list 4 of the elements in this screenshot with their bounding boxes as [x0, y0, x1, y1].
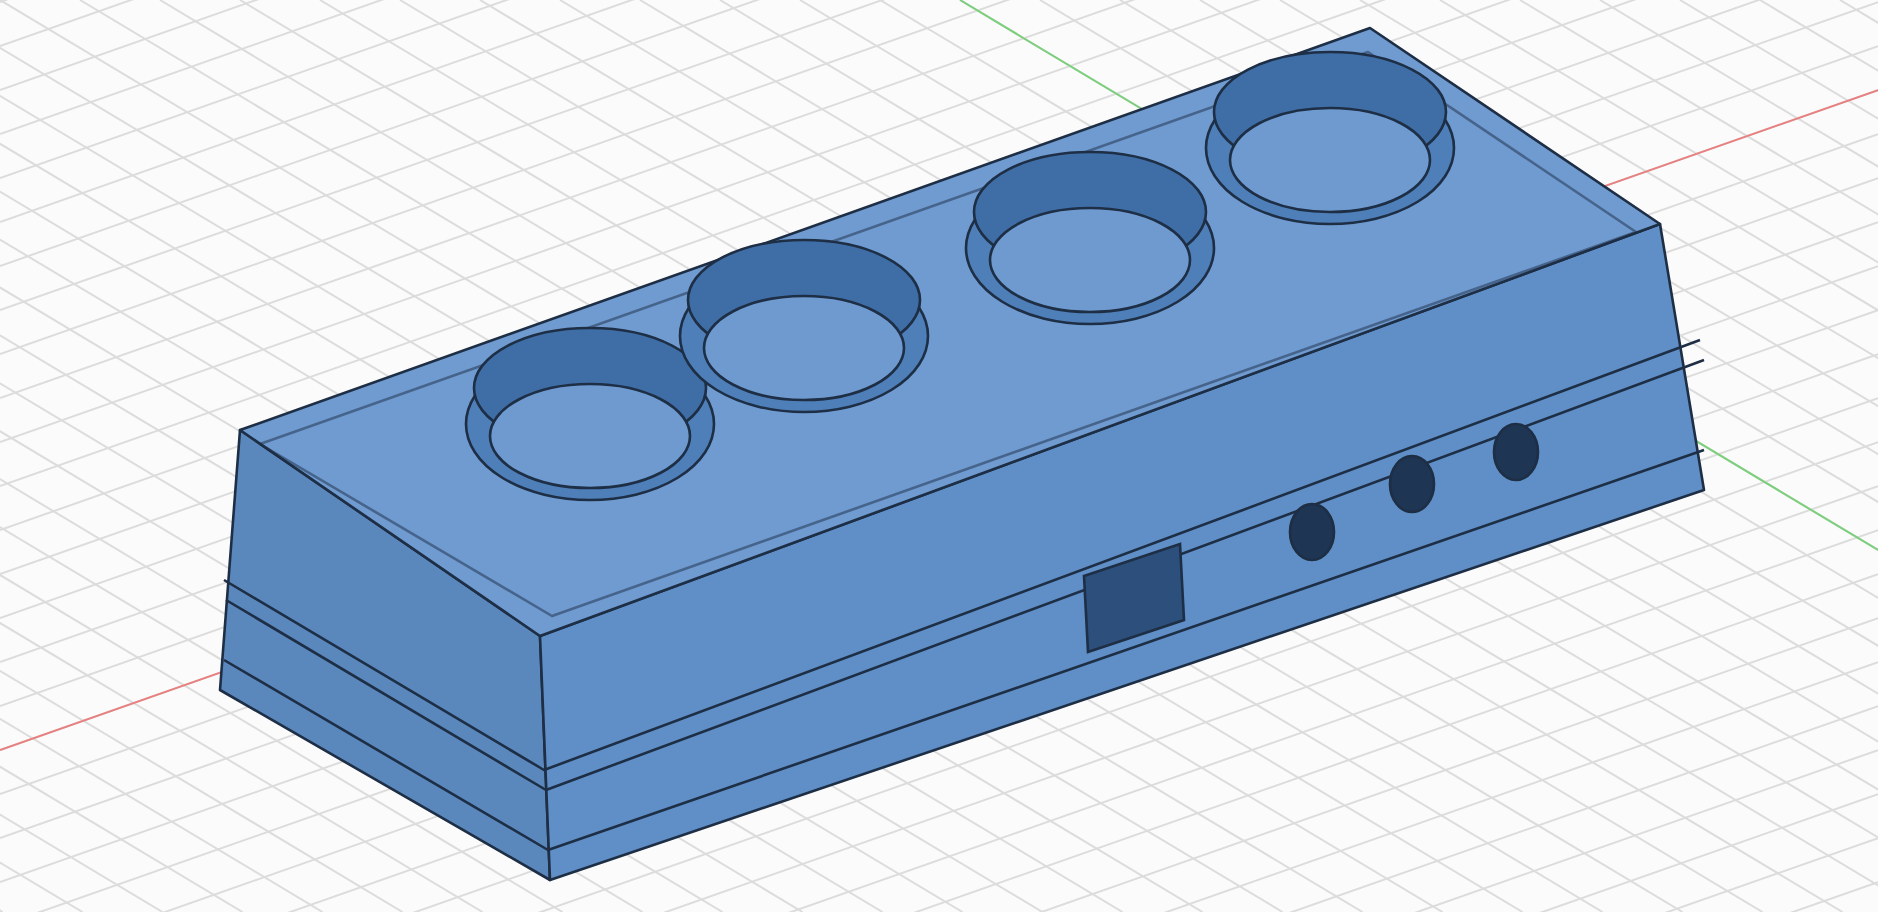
jack-hole-drawing [1388, 454, 1436, 514]
jack-hole-drawing [1492, 422, 1540, 482]
jack-hole-drawing [1288, 502, 1336, 562]
square-port-drawing [1082, 542, 1186, 654]
